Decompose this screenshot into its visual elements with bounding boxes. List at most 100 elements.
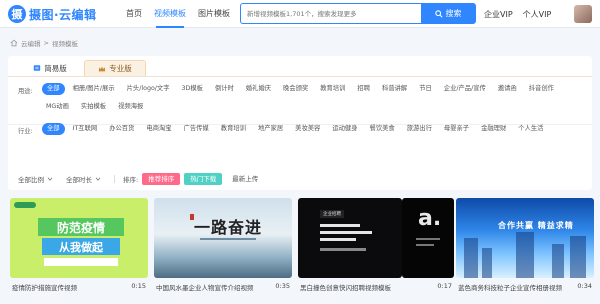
industry-chip[interactable]: 教育培训 — [217, 123, 250, 135]
usage-chip[interactable]: MG动画 — [42, 101, 73, 113]
usage-chip[interactable]: 婚礼婚庆 — [242, 83, 275, 95]
search-button-label: 搜索 — [445, 9, 462, 18]
tab-pro[interactable]: 专业版 — [84, 60, 146, 76]
thumbnail-calligraphy: 一路奋进 — [194, 218, 263, 237]
tab-simple[interactable]: 简易版 — [22, 60, 78, 76]
template-title[interactable]: 疫情防护措施宣传视频 — [12, 282, 122, 292]
usage-chip[interactable]: 实拍模板 — [77, 101, 110, 113]
sort-recommended-button[interactable]: 推荐排序 — [142, 173, 181, 185]
sort-latest-button[interactable]: 最新上传 — [226, 173, 264, 185]
sort-hot-button[interactable]: 热门下载 — [184, 173, 223, 185]
template-thumbnail[interactable]: 防范疫情 从我做起 — [10, 198, 148, 278]
usage-chip[interactable]: 全部 — [42, 83, 65, 95]
breadcrumb-separator: > — [43, 39, 49, 47]
template-thumbnail[interactable]: 企业招聘 — [298, 198, 402, 278]
usage-chip[interactable]: 企业/产品/宣传 — [440, 83, 490, 95]
chevron-down-icon — [95, 177, 101, 181]
crown-icon — [99, 66, 106, 71]
usage-chip[interactable]: 招聘 — [353, 83, 374, 95]
thumbnail-letter: a. — [418, 206, 442, 231]
template-card[interactable]: 防范疫情 从我做起 疫情防护措施宣传视频 0:15 — [10, 198, 148, 304]
building-shape — [516, 232, 534, 278]
template-grid: 防范疫情 从我做起 疫情防护措施宣传视频 0:15 一路奋进 中国风水墨企业人物… — [10, 198, 594, 304]
industry-chip[interactable]: 个人生活 — [514, 123, 547, 135]
simple-version-icon — [34, 65, 41, 71]
personal-vip-link[interactable]: 个人VIP — [523, 9, 552, 20]
template-duration: 0:15 — [131, 282, 146, 290]
industry-chip[interactable]: 餐饮美食 — [366, 123, 399, 135]
template-title[interactable]: 中国风水墨企业人物宣传介绍视频 — [156, 282, 266, 292]
building-shape — [464, 238, 478, 278]
nav-video-templates[interactable]: 视频模板 — [148, 0, 192, 28]
ratio-dropdown[interactable]: 全部比例 — [14, 173, 58, 185]
usage-chip[interactable]: 3D模板 — [178, 83, 207, 95]
industry-chip[interactable]: 运动健身 — [328, 123, 361, 135]
search-bar: 搜索 — [240, 3, 476, 24]
usage-chip[interactable]: 邀请函 — [494, 83, 521, 95]
thumbnail-text-line — [320, 224, 360, 227]
template-title[interactable]: 黑白撞色创意快闪招聘视频模板 — [300, 282, 410, 292]
search-input[interactable] — [247, 4, 417, 23]
ratio-dropdown-label: 全部比例 — [18, 176, 44, 184]
industry-chip[interactable]: 电商淘宝 — [142, 123, 175, 135]
usage-chip[interactable]: 科普讲解 — [378, 83, 411, 95]
industry-chip[interactable]: 金融理财 — [477, 123, 510, 135]
usage-chip[interactable]: 视频海报 — [114, 101, 147, 113]
template-duration: 0:35 — [275, 282, 290, 290]
template-duration: 0:17 — [437, 282, 452, 290]
usage-filter-row: 用途: 全部 相册/图片/展示 片头/logo/文字 3D模板 倒计时 婚礼婚庆 晚会颁奖教… — [18, 83, 590, 121]
thumbnail-subheadline: 从我做起 — [42, 238, 120, 255]
nav-image-templates[interactable]: 图片模板 — [192, 0, 236, 28]
usage-chip[interactable]: 晚会颁奖 — [279, 83, 312, 95]
sort-label: 排序: — [123, 176, 139, 184]
template-thumbnail[interactable]: 合作共赢 精益求精 — [456, 198, 594, 278]
usage-chip[interactable]: 倒计时 — [211, 83, 238, 95]
thumbnail-text-line — [320, 231, 372, 234]
template-duration: 0:34 — [577, 282, 592, 290]
brand-logo[interactable]: 摄 摄图·云编辑 — [8, 4, 97, 24]
sort-bar: 全部比例 全部时长 排序: 推荐排序 热门下载 最新上传 — [14, 173, 264, 185]
industry-chip[interactable]: 美妆美容 — [291, 123, 324, 135]
main-nav: 首页 视频模板 图片模板 — [120, 0, 236, 28]
usage-chips: 全部 相册/图片/展示 片头/logo/文字 3D模板 倒计时 婚礼婚庆 晚会颁奖 教育培训招… — [42, 83, 590, 113]
thumbnail-text-line — [416, 238, 440, 240]
avatar[interactable] — [574, 5, 592, 23]
filter-panel: 简易版 专业版 用途: 全部 相册/图片/展示 片头/logo/文字 3D模板 倒计时婚… — [8, 56, 592, 190]
industry-chip[interactable]: 母婴亲子 — [440, 123, 473, 135]
duration-dropdown[interactable]: 全部时长 — [62, 173, 106, 185]
usage-chip[interactable]: 教育培训 — [316, 83, 349, 95]
tab-pro-label: 专业版 — [109, 64, 132, 73]
industry-chip[interactable]: 全部 — [42, 123, 65, 135]
breadcrumb-current: 视频模板 — [51, 40, 78, 48]
industry-chip[interactable]: 办公百货 — [105, 123, 138, 135]
logo-mark: 摄 — [8, 5, 26, 23]
thumbnail-text-line — [320, 238, 356, 241]
thumbnail-text-line — [416, 244, 434, 246]
template-title[interactable]: 蓝色商务科技粒子企业宣传相册视频 — [458, 282, 568, 292]
industry-label: 行业: — [18, 128, 33, 135]
industry-chip[interactable]: 地产家居 — [254, 123, 287, 135]
industry-chip[interactable]: IT互联网 — [69, 123, 102, 135]
breadcrumb-home[interactable]: 云编辑 — [21, 38, 41, 48]
usage-chip[interactable]: 抖音创作 — [525, 83, 558, 95]
template-card[interactable]: 合作共赢 精益求精 蓝色商务科技粒子企业宣传相册视频 0:34 — [456, 198, 594, 304]
usage-chip[interactable]: 节日 — [415, 83, 436, 95]
top-bar: 摄 摄图·云编辑 首页 视频模板 图片模板 搜索 企业VIP 个人VIP — [0, 0, 600, 28]
usage-chip[interactable]: 相册/图片/展示 — [69, 83, 119, 95]
version-tabs: 简易版 专业版 — [8, 56, 592, 77]
industry-chip[interactable]: 旅游出行 — [403, 123, 436, 135]
chevron-down-icon — [47, 177, 53, 181]
template-thumbnail[interactable]: a. — [402, 198, 454, 278]
template-card[interactable]: a. 0:17 — [402, 198, 454, 304]
template-card[interactable]: 一路奋进 中国风水墨企业人物宣传介绍视频 0:35 — [154, 198, 292, 304]
template-thumbnail[interactable]: 一路奋进 — [154, 198, 292, 278]
tab-underline — [8, 76, 592, 77]
industry-chip[interactable]: 广告传媒 — [180, 123, 213, 135]
thumbnail-tag: 企业招聘 — [320, 210, 344, 218]
nav-home[interactable]: 首页 — [120, 0, 148, 28]
enterprise-vip-link[interactable]: 企业VIP — [484, 9, 513, 20]
usage-chip[interactable]: 片头/logo/文字 — [123, 83, 174, 95]
breadcrumb: 云编辑 > 视频模板 — [10, 38, 78, 48]
search-button[interactable]: 搜索 — [421, 4, 475, 23]
thumbnail-caption-bar — [200, 238, 256, 240]
